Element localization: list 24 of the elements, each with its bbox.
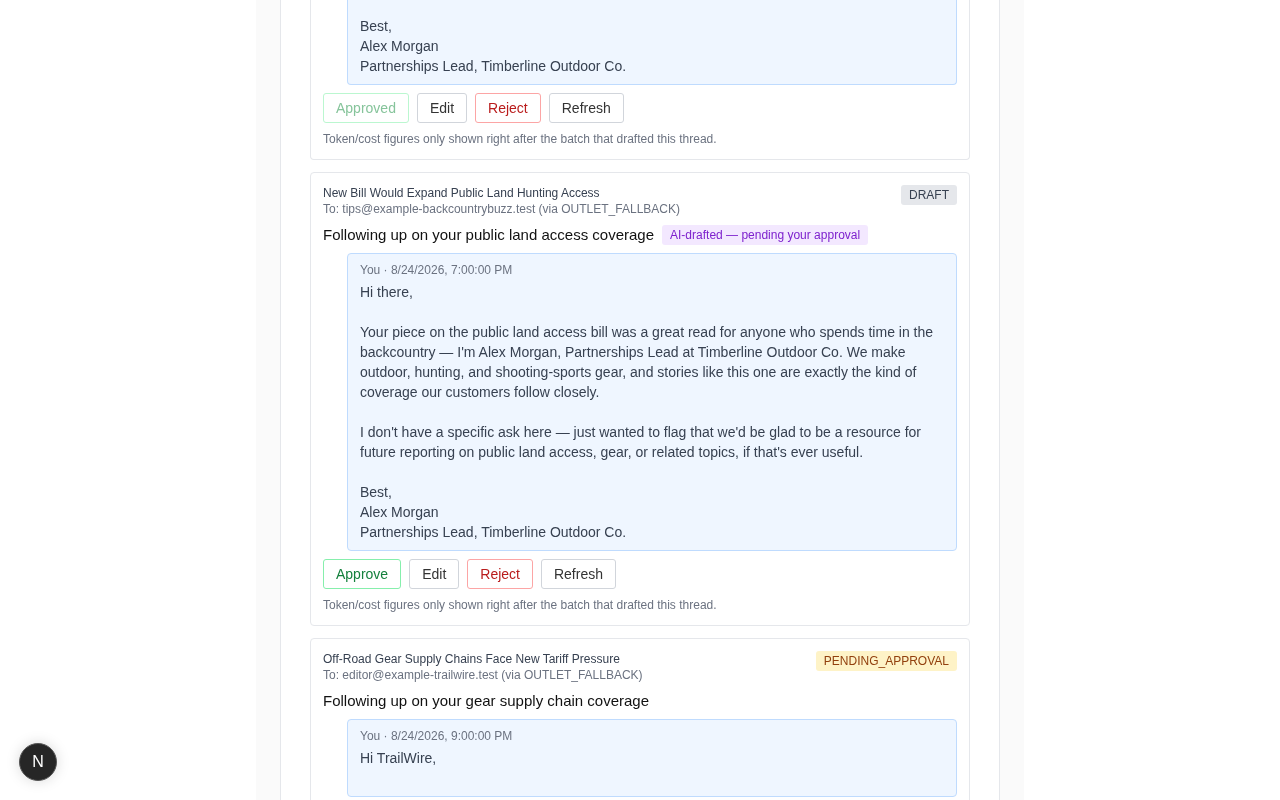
email-subject: Following up on your public land access coverage <box>323 225 655 245</box>
status-badge: DRAFT <box>901 185 957 205</box>
action-button[interactable]: Edit <box>409 559 460 589</box>
reject-button[interactable]: Reject <box>467 559 533 589</box>
token-note: Token/cost figures only shown right after the batch that drafted this thread. <box>323 131 718 147</box>
approve-button[interactable]: Approve <box>323 559 402 589</box>
recipient-line: To: editor@example-trailwire.test (via OUTLET_FALLBACK) <box>323 667 643 683</box>
token-note: Token/cost figures only shown right after the batch that drafted this thread. <box>323 597 718 613</box>
action-button[interactable]: Edit <box>416 93 468 123</box>
recipient-line: To: tips@example-backcountrybuzz.test (via OUTLET_FALLBACK) <box>323 201 680 217</box>
message-body: Hi there, Your piece on the public land access bill was a great read for anyone who spends time in the backcountry — I'm Alex Morgan, Partnerships Lead at Timberline Outdoor Co. We make outdoor, hunting, and shooting-sports gear, and stories like this one are exactly the kind of coverage our customers follow closely. I don't have a specific ask here — just wanted to flag that we'd be glad to be a resource for future reporting on public land access, gear, or related topics, if that's ever useful. Best, Alex Morgan Partnerships Lead, Timberline Outdoor Co. <box>360 283 935 542</box>
message-body: Best, Alex Morgan Partnerships Lead, Timberline Outdoor Co. <box>360 17 628 76</box>
thread-title: New Bill Would Expand Public Land Hunting Access <box>323 185 601 201</box>
email-subject: Following up on your gear supply chain coverage <box>323 691 650 711</box>
message-body: Hi TrailWire, <box>360 749 438 768</box>
status-badge: PENDING_APPROVAL <box>815 651 957 671</box>
thread-title: Off-Road Gear Supply Chains Face New Tariff Pressure <box>323 651 621 667</box>
action-button[interactable]: Refresh <box>548 93 624 123</box>
reject-button[interactable]: Reject <box>475 93 541 123</box>
action-button[interactable]: Refresh <box>540 559 616 589</box>
message-meta: You · 8/24/2026, 7:00:00 PM <box>360 262 514 278</box>
ai-draft-badge: AI-drafted — pending your approval <box>662 225 869 245</box>
dev-tools-button[interactable]: N <box>19 743 57 781</box>
message-meta: You · 8/24/2026, 9:00:00 PM <box>360 728 514 744</box>
